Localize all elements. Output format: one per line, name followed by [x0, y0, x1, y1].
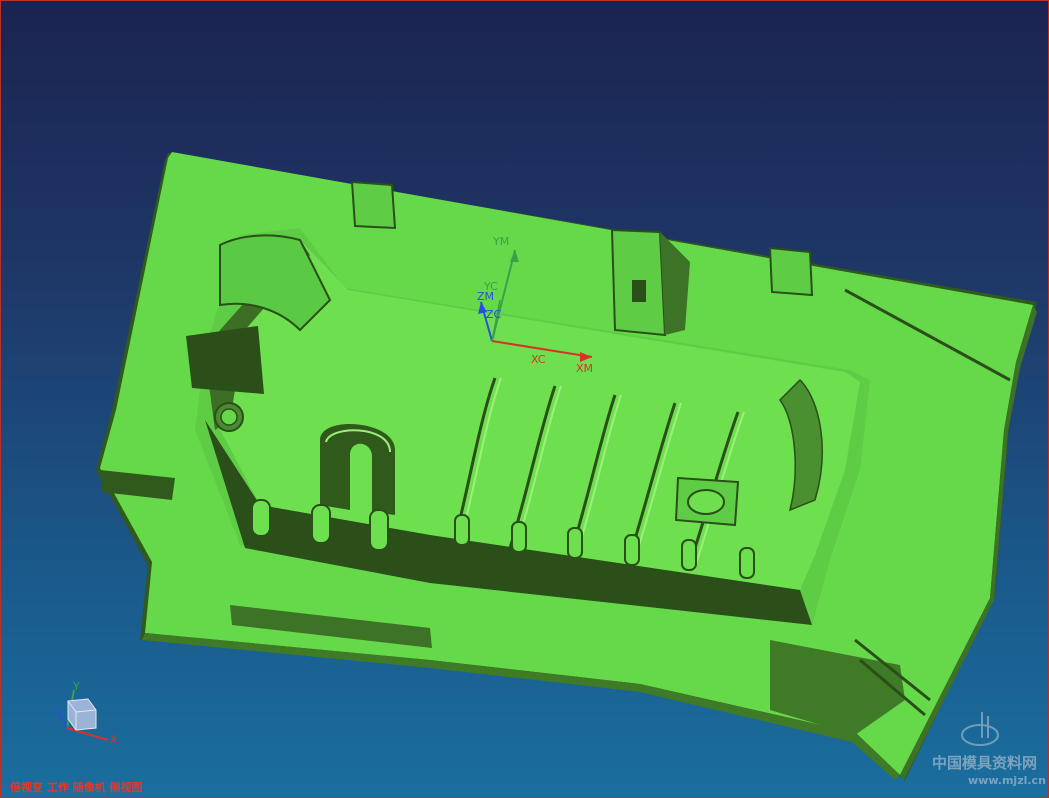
zm-label: ZM — [477, 290, 494, 303]
watermark-url: www.mjzl.cn — [968, 774, 1046, 787]
xm-label: XM — [576, 362, 593, 375]
view-status-text: 倍视变 工作 随像机 侧视图 — [10, 781, 143, 794]
watermark-logo-icon — [961, 712, 999, 746]
square-boss-hole — [687, 489, 725, 515]
triad-x-label: X — [110, 733, 118, 746]
view-triad[interactable] — [55, 689, 109, 741]
zc-label: ZC — [486, 308, 502, 321]
xc-label: XC — [531, 353, 546, 366]
ym-label: YM — [492, 235, 509, 248]
triad-y-label: Y — [72, 680, 80, 693]
mold-model[interactable]: YM YC ZM ZC XC XM X Y — [0, 0, 1049, 798]
square-opening — [186, 326, 264, 394]
watermark-text: 中国模具资料网 — [932, 754, 1038, 772]
round-boss-inner — [220, 408, 238, 426]
graphics-viewport[interactable]: YM YC ZM ZC XC XM X Y 中国模具资料网 www.mjzl.c… — [0, 0, 1049, 798]
